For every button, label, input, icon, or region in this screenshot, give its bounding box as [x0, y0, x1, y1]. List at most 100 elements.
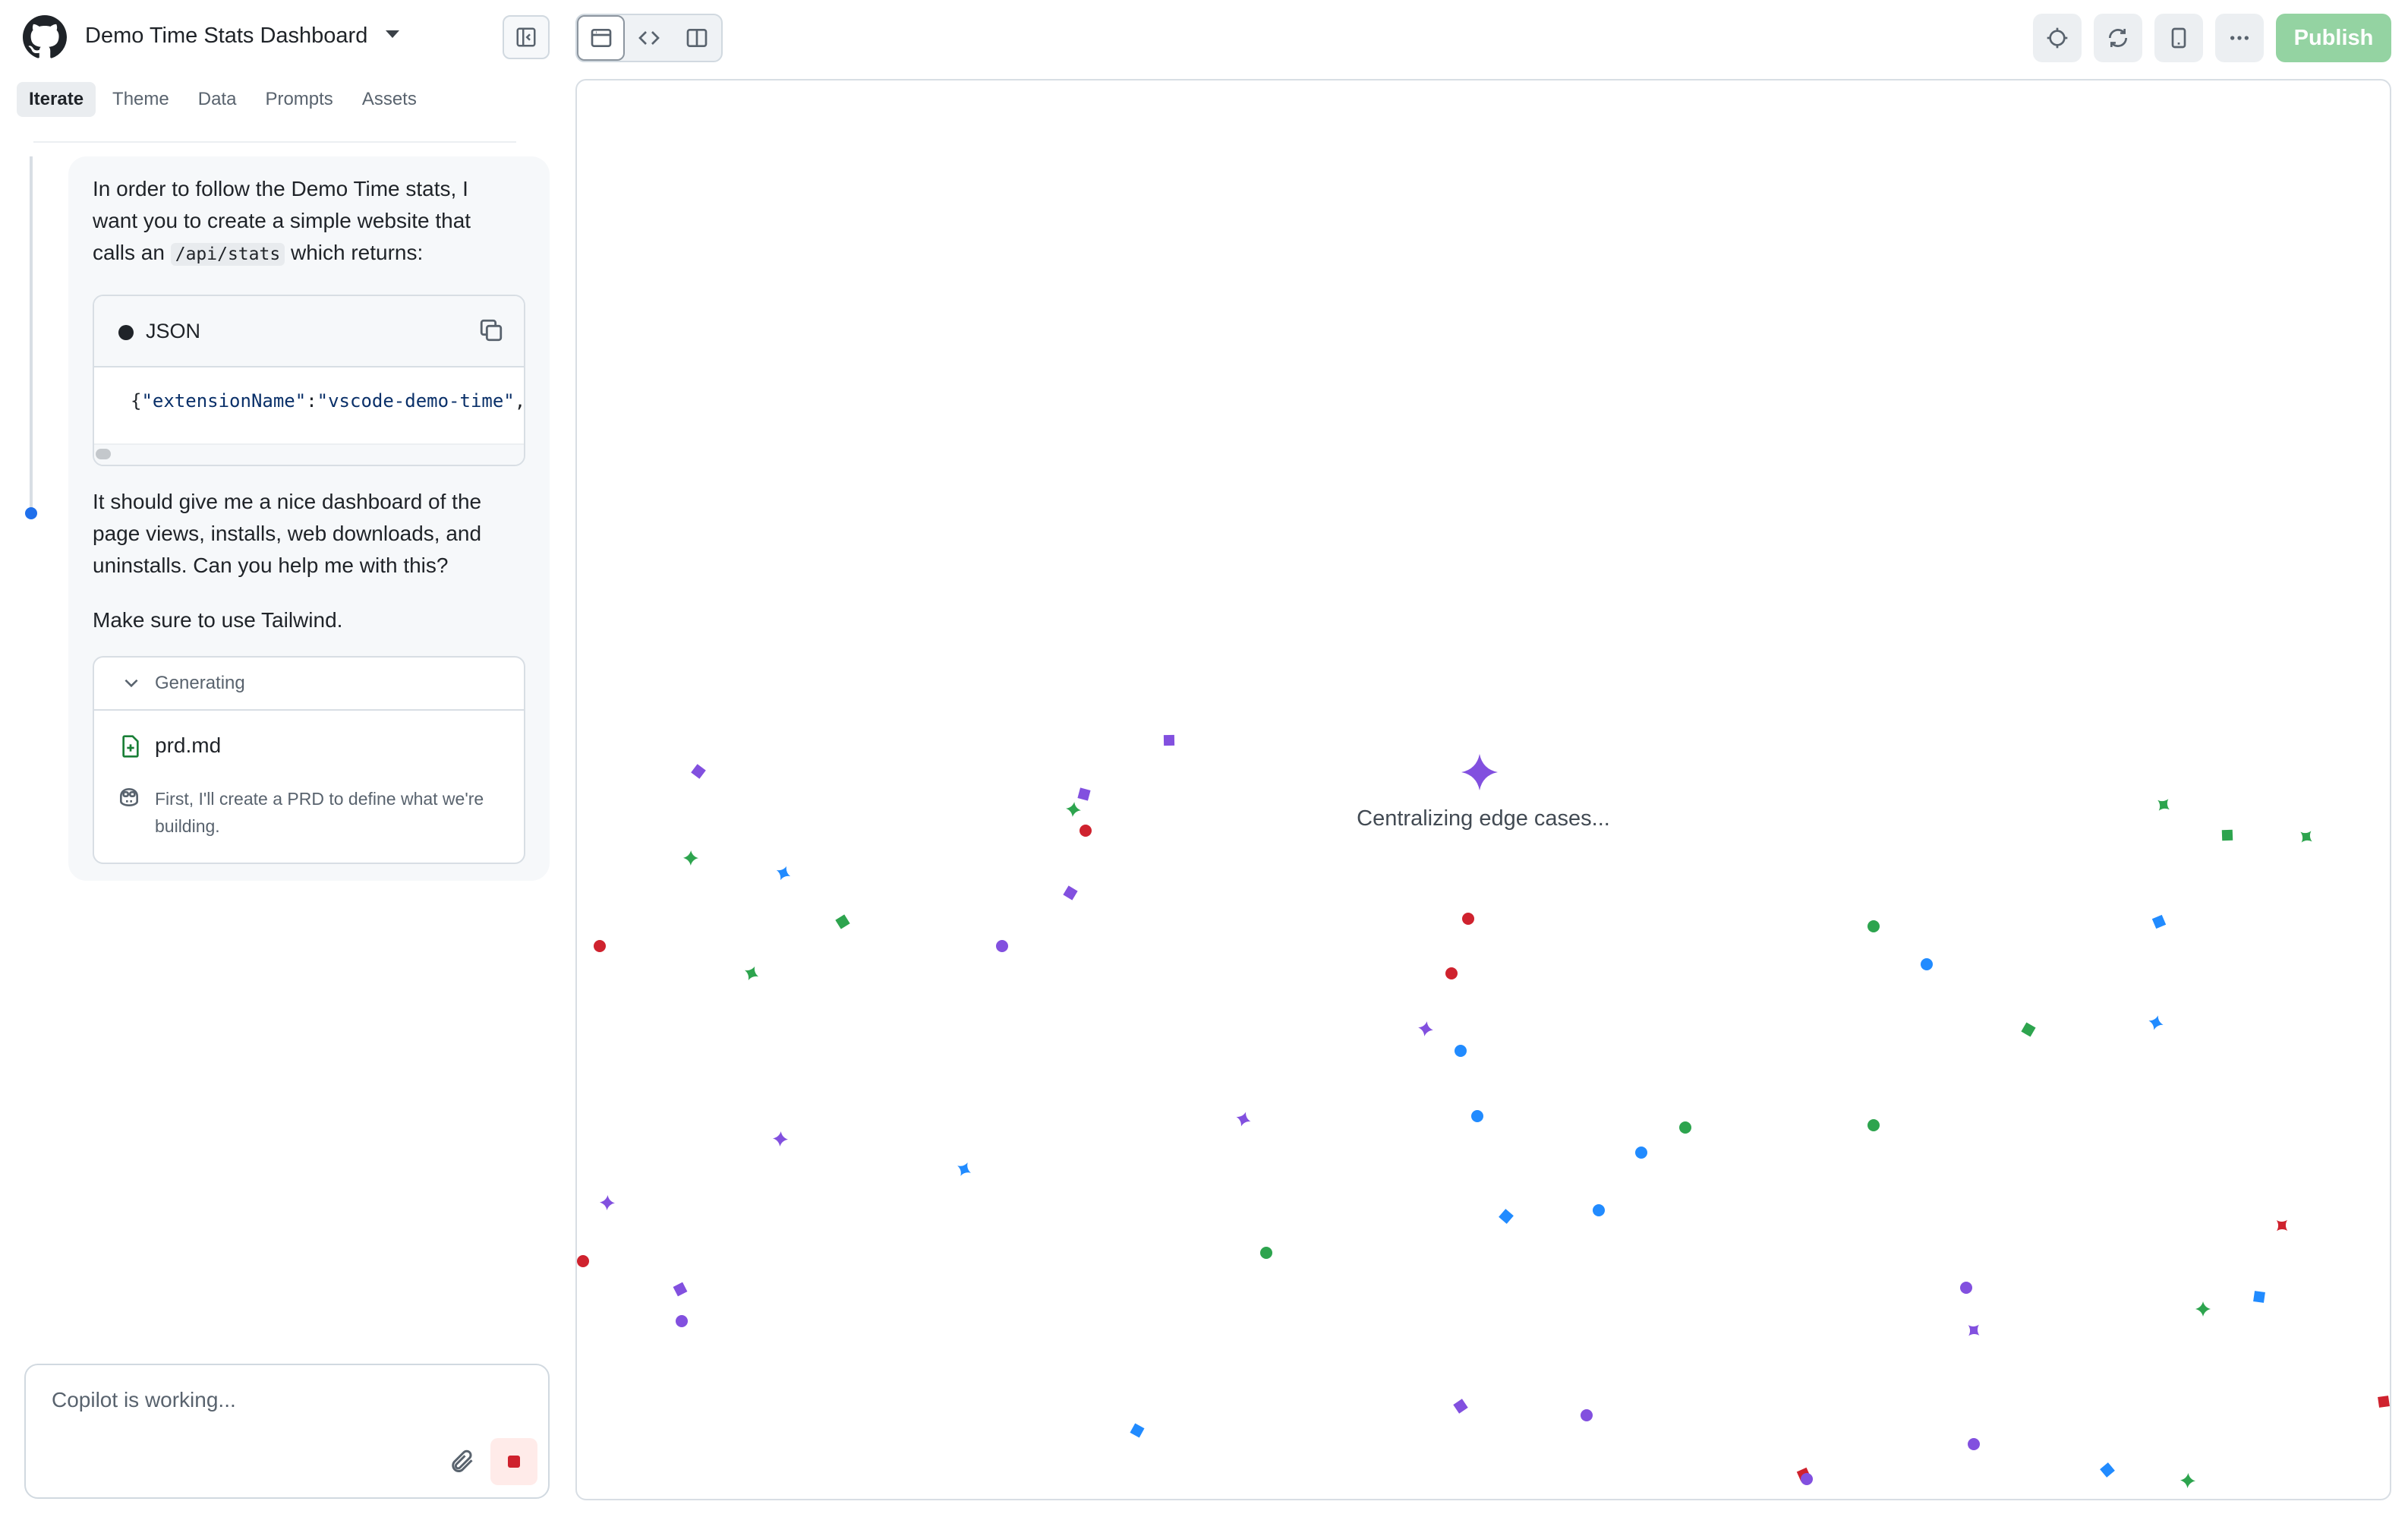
confetti-piece [776, 866, 791, 881]
tab-prompts[interactable]: Prompts [253, 82, 345, 117]
more-options-button[interactable] [2215, 14, 2264, 62]
confetti-piece [600, 1195, 615, 1210]
tabs-divider [33, 141, 516, 143]
stop-generation-button[interactable] [490, 1438, 537, 1485]
select-element-button[interactable] [2033, 14, 2082, 62]
collapse-sidebar-button[interactable] [503, 15, 550, 59]
code-brace: { [131, 390, 142, 412]
paperclip-icon[interactable] [448, 1447, 475, 1475]
confetti-piece [594, 940, 606, 952]
confetti-piece [1260, 1247, 1272, 1259]
code-key: "extensionName" [141, 390, 307, 412]
code-colon: : [306, 390, 317, 412]
timeline-marker [25, 507, 37, 519]
prompt-input[interactable]: Copilot is working... [24, 1364, 550, 1499]
title-dropdown-caret-icon[interactable] [386, 30, 399, 38]
confetti-piece [1593, 1204, 1605, 1216]
copy-icon[interactable] [478, 317, 504, 343]
message-intro: In order to follow the Demo Time stats, … [93, 173, 503, 270]
generating-note: First, I'll create a PRD to define what … [155, 789, 484, 836]
confetti-piece [1063, 885, 1078, 901]
confetti-piece [1130, 1423, 1145, 1438]
confetti-piece [683, 850, 698, 866]
chat-timeline [30, 156, 33, 513]
github-logo-icon[interactable] [23, 15, 67, 59]
confetti-piece [1801, 1473, 1813, 1485]
confetti-piece [2100, 1462, 2115, 1478]
copilot-icon [120, 787, 138, 807]
confetti-piece [2276, 1219, 2288, 1232]
generating-label: Generating [155, 673, 245, 693]
tab-theme[interactable]: Theme [100, 82, 181, 117]
confetti-piece [1867, 1119, 1880, 1131]
confetti-piece [1581, 1409, 1593, 1421]
publish-button[interactable]: Publish [2276, 14, 2391, 62]
confetti-piece [2148, 1015, 2164, 1030]
code-value: "vscode-demo-time" [317, 390, 515, 412]
confetti-piece [1968, 1438, 1980, 1450]
confetti-piece [1445, 967, 1458, 979]
app-title[interactable]: Demo Time Stats Dashboard [85, 24, 367, 49]
split-view-icon [686, 29, 708, 47]
confetti-piece [835, 914, 850, 929]
code-view-button[interactable] [625, 15, 673, 61]
confetti-piece [1462, 913, 1474, 925]
generating-header[interactable]: Generating [94, 658, 524, 711]
chevron-down-icon[interactable] [121, 673, 141, 692]
confetti-piece [957, 1162, 971, 1176]
confetti-piece [1867, 920, 1880, 932]
confetti-piece [1418, 1021, 1433, 1036]
confetti-piece [1471, 1110, 1483, 1122]
confetti-piece [744, 966, 759, 981]
confetti-piece [577, 1255, 589, 1267]
confetti-piece [691, 764, 706, 779]
sidebar-tabs: Iterate Theme Data Prompts Assets [17, 82, 429, 117]
refresh-icon [2109, 29, 2127, 47]
confetti-piece [2195, 1301, 2211, 1317]
refresh-button[interactable] [2094, 14, 2142, 62]
split-view-button[interactable] [673, 15, 721, 61]
view-switcher [575, 14, 723, 62]
tab-iterate[interactable]: Iterate [17, 82, 96, 117]
code-content: {"extensionName":"vscode-demo-time", [131, 390, 524, 412]
code-brackets-icon [638, 31, 660, 45]
confetti-piece [1921, 958, 1933, 970]
confetti-piece [1499, 1209, 1514, 1224]
stop-icon [508, 1456, 520, 1468]
inline-code-endpoint: /api/stats [170, 243, 285, 266]
confetti-piece [2253, 1291, 2265, 1303]
json-code-block: JSON {"extensionName":"vscode-demo-time"… [93, 295, 525, 466]
confetti-piece [676, 1315, 688, 1327]
loading-status-text: Centralizing edge cases... [1357, 806, 1610, 831]
confetti-piece [2378, 1396, 2390, 1408]
confetti-piece [2151, 914, 2167, 929]
confetti-piece [1635, 1147, 1647, 1159]
sidebar-collapse-icon [516, 27, 536, 47]
confetti-piece [2021, 1022, 2036, 1037]
confetti-piece [1968, 1324, 1980, 1336]
mobile-device-icon [2171, 27, 2186, 49]
mobile-preview-button[interactable] [2154, 14, 2203, 62]
confetti-piece [673, 1282, 688, 1297]
confetti-piece [1679, 1121, 1691, 1134]
confetti-piece [2180, 1473, 2195, 1488]
generated-file-name[interactable]: prd.md [155, 733, 221, 758]
confetti-piece [773, 1131, 788, 1147]
message-dashboard: It should give me a nice dashboard of th… [93, 490, 482, 577]
scrollbar-thumb[interactable] [96, 449, 111, 459]
message-intro-tail: which returns: [290, 241, 424, 264]
preview-pane: Centralizing edge cases... [575, 79, 2391, 1500]
code-language-label: JSON [146, 320, 201, 342]
preview-view-button[interactable] [577, 15, 626, 61]
sparkle-icon [1461, 754, 1498, 790]
confetti-piece [1453, 1399, 1468, 1414]
kebab-horizontal-icon [2230, 36, 2249, 40]
code-horizontal-scrollbar[interactable] [94, 443, 524, 465]
prompt-placeholder: Copilot is working... [52, 1388, 236, 1411]
file-added-icon [122, 735, 139, 758]
generating-card: Generating prd.md First, I'll create a P… [93, 656, 525, 864]
crosshair-icon [2047, 27, 2068, 49]
tab-assets[interactable]: Assets [350, 82, 429, 117]
tab-data[interactable]: Data [186, 82, 249, 117]
browser-window-icon [591, 29, 612, 47]
